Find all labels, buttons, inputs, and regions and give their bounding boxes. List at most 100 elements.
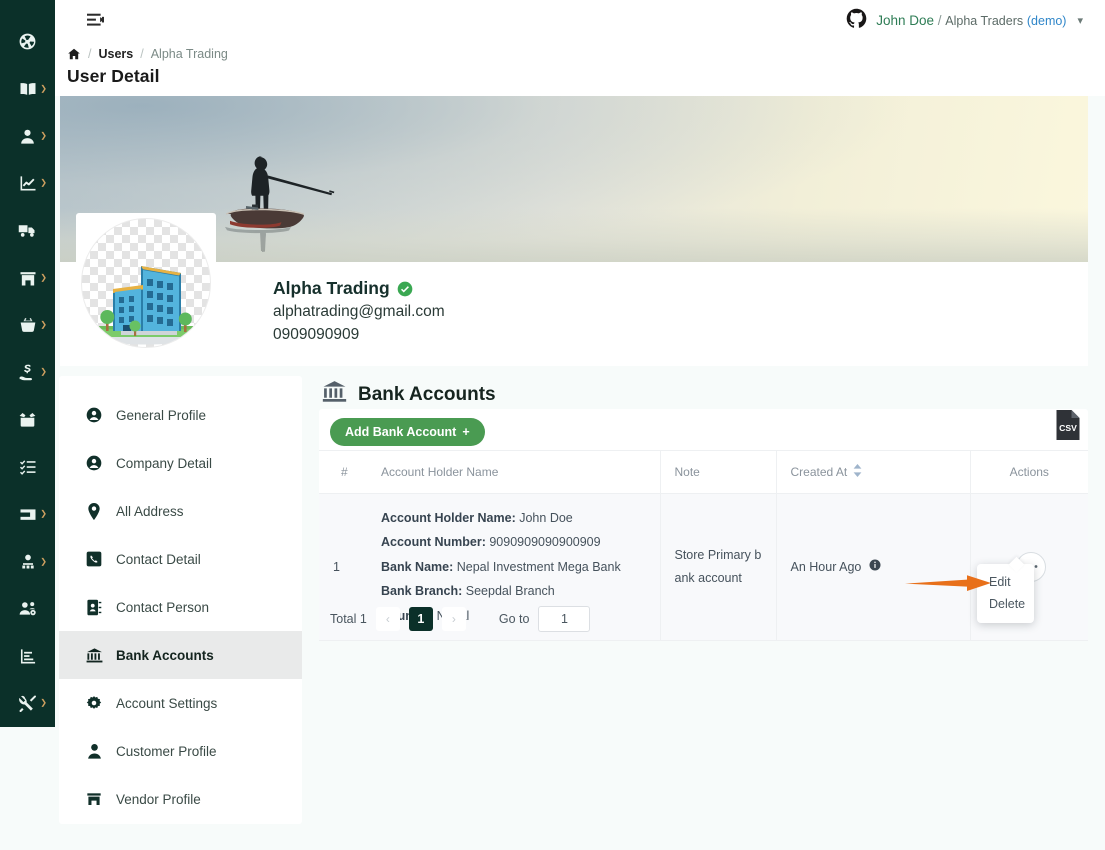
profile-email: alphatrading@gmail.com <box>273 303 445 321</box>
rail-item-analytics[interactable] <box>0 632 55 679</box>
breadcrumb-slash-1: / <box>88 47 92 61</box>
profile-name-row: Alpha Trading <box>273 276 445 301</box>
rail-caret-catalog: ❯ <box>40 83 47 93</box>
sidebar-item-general-profile[interactable]: General Profile <box>59 391 302 439</box>
breadcrumb-item-users[interactable]: Users <box>98 47 133 61</box>
rail-item-wallet[interactable]: ❯ <box>0 491 55 538</box>
profile-phone: 0909090909 <box>273 325 360 343</box>
checklist-icon <box>19 460 35 475</box>
sidebar-item-label: General Profile <box>116 407 207 423</box>
col-header-note: Note <box>659 450 776 494</box>
sidebar-item-contact-detail[interactable]: Contact Detail <box>59 535 302 583</box>
dropdown-item-delete[interactable]: Delete <box>977 593 1034 615</box>
plus-icon: + <box>462 425 470 439</box>
detail-label: Account Holder Name: <box>381 511 516 525</box>
profile-card: Alpha Trading alphatrading@gmail.com 090… <box>60 96 1088 366</box>
user-group-icon <box>21 554 34 569</box>
detail-label: Bank Name: <box>381 559 454 574</box>
pagination-next-button[interactable]: › <box>441 606 466 631</box>
rail-item-users[interactable]: ❯ <box>0 113 55 160</box>
pagination-goto-label: Go to <box>498 611 530 626</box>
sidebar-item-account-settings[interactable]: Account Settings <box>59 679 302 727</box>
menu-fold-icon[interactable] <box>87 13 104 28</box>
csv-file-icon: CSV <box>1056 410 1080 440</box>
add-bank-account-label: Add Bank Account <box>345 425 457 439</box>
rail-item-employees[interactable]: ❯ <box>0 538 55 585</box>
rail-caret-wallet: ❯ <box>40 509 47 519</box>
col-header-account-holder-name: Account Holder Name <box>367 450 660 494</box>
rail-item-dashboard[interactable] <box>0 18 55 65</box>
avatar-image <box>81 218 211 348</box>
orange-arrow-annotation <box>905 575 991 591</box>
gear-icon <box>85 695 103 711</box>
pagination-page-1[interactable]: 1 <box>408 606 433 631</box>
home-icon[interactable] <box>67 47 81 61</box>
verified-check-icon <box>397 281 413 297</box>
account-switcher[interactable]: John Doe / Alpha Traders (demo) ▾ <box>846 8 1083 34</box>
account-user-name: John Doe <box>876 13 934 28</box>
rail-item-purchase[interactable]: ❯ <box>0 302 55 349</box>
sidebar-item-company-detail[interactable]: Company Detail <box>59 439 302 487</box>
rail-item-delivery[interactable] <box>0 207 55 254</box>
map-pin-icon <box>85 502 103 520</box>
pagination-total: Total 1 <box>330 611 367 626</box>
sidebar-item-label: Bank Accounts <box>116 647 214 663</box>
rail-item-inventory[interactable] <box>0 396 55 443</box>
user-icon <box>21 129 34 144</box>
wallet-icon <box>20 509 35 521</box>
rail-item-store[interactable]: ❯ <box>0 254 55 301</box>
info-icon[interactable] <box>869 559 881 574</box>
open-box-icon <box>19 413 36 427</box>
col-header-created-at[interactable]: Created At <box>775 450 970 494</box>
rail-caret-sales: ❯ <box>40 367 47 377</box>
pagination-goto-input[interactable] <box>538 605 591 632</box>
sidebar-item-customer-profile[interactable]: Customer Profile <box>59 727 302 775</box>
rail-item-tools[interactable]: ❯ <box>0 680 55 727</box>
detail-label: Account Number: <box>381 535 486 550</box>
svg-text:CSV: CSV <box>1059 423 1077 433</box>
rail-caret-tools: ❯ <box>40 698 47 708</box>
sort-updown-icon[interactable] <box>853 464 862 480</box>
hand-money-icon <box>19 364 33 381</box>
col-header-created-at-label: Created At <box>790 465 848 479</box>
breadcrumb-bar: / Users / Alpha Trading User Detail <box>55 41 1105 96</box>
pagination-prev-button[interactable]: ‹ <box>375 606 400 631</box>
add-bank-account-button[interactable]: Add Bank Account + <box>330 418 485 446</box>
bar-chart-icon <box>20 649 35 664</box>
address-book-icon <box>85 599 103 616</box>
detail-value: Nepal Investment Mega Bank <box>456 559 621 574</box>
rail-item-reports[interactable]: ❯ <box>0 160 55 207</box>
sidebar-item-label: Customer Profile <box>116 743 217 759</box>
rail-item-tasks[interactable] <box>0 443 55 490</box>
rail-caret-purchase: ❯ <box>40 320 47 330</box>
profile-name: Alpha Trading <box>273 278 390 298</box>
table-header-row: # Account Holder Name Note Created At Ac… <box>319 450 1088 494</box>
open-book-icon <box>20 83 35 95</box>
rail-item-catalog[interactable]: ❯ <box>0 65 55 112</box>
sidebar-item-contact-person[interactable]: Contact Person <box>59 583 302 631</box>
detail-value: Seepdal Branch <box>465 584 555 599</box>
avatar <box>76 213 216 353</box>
chevron-down-icon[interactable]: ▾ <box>1077 14 1083 27</box>
sidebar-item-label: Company Detail <box>116 455 213 471</box>
rail-caret-employees: ❯ <box>40 556 47 566</box>
phone-square-icon <box>85 551 103 567</box>
detail-label: Bank Branch: <box>381 584 463 599</box>
rail-item-hr[interactable] <box>0 585 55 632</box>
office-building-illustration <box>97 266 195 345</box>
sidebar-item-bank-accounts[interactable]: Bank Accounts <box>59 631 302 679</box>
sidebar-item-vendor-profile[interactable]: Vendor Profile <box>59 775 302 823</box>
pagination: Total 1 ‹ 1 › Go to <box>319 598 1088 639</box>
sidebar-item-label: All Address <box>116 503 184 519</box>
account-org-name: Alpha Traders <box>945 14 1024 28</box>
sidebar-item-all-address[interactable]: All Address <box>59 487 302 535</box>
sidebar-item-label: Contact Detail <box>116 551 201 567</box>
sidebar-item-label: Vendor Profile <box>116 791 201 807</box>
app-root: ❯ ❯ ❯ ❯ ❯ ❯ ❯ ❯ ❯ John Doe / Alpha Trade… <box>0 0 1105 850</box>
primary-icon-rail: ❯ ❯ ❯ ❯ ❯ ❯ ❯ ❯ ❯ <box>0 0 55 727</box>
bank-icon <box>322 379 347 410</box>
rail-item-sales[interactable]: ❯ <box>0 349 55 396</box>
breadcrumb: / Users / Alpha Trading <box>60 47 1105 61</box>
breadcrumb-slash-2: / <box>140 47 144 61</box>
csv-export-button[interactable]: CSV <box>1055 409 1081 441</box>
